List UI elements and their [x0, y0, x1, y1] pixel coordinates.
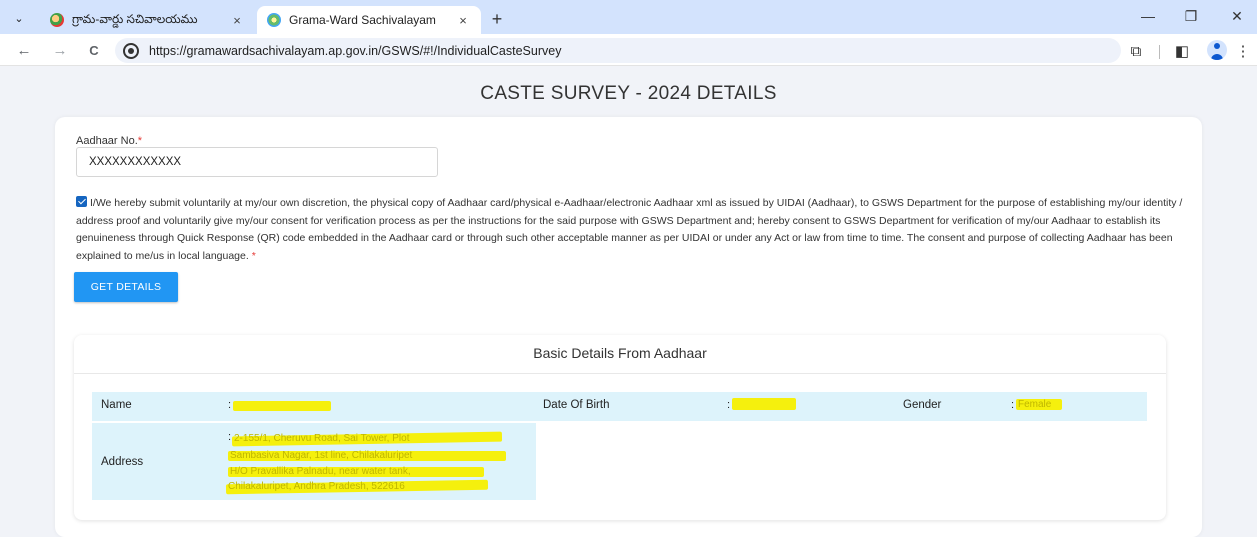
address-colon: : [228, 431, 232, 443]
site-favicon-icon [267, 13, 281, 27]
address-line-3: H/O Pravallika Palnadu, near water tank, [230, 466, 411, 477]
site-favicon-icon [50, 13, 64, 27]
profile-icon[interactable] [1207, 40, 1227, 60]
required-mark: * [251, 249, 256, 262]
basic-details-divider [74, 373, 1166, 374]
address-line-4: Chilakaluripet, Andhra Pradesh, 522616 [228, 481, 405, 492]
get-details-button[interactable]: GET DETAILS [74, 272, 178, 302]
window-restore-icon[interactable]: ❐ [1176, 8, 1206, 25]
dob-label: Date Of Birth [543, 399, 610, 411]
consent-checkbox[interactable] [76, 196, 87, 207]
toolbar-separator [1159, 45, 1160, 59]
window-minimize-icon[interactable]: — [1133, 8, 1163, 24]
dob-value-redaction [732, 398, 796, 410]
extensions-icon[interactable]: ⧉ [1125, 40, 1147, 62]
address-bar-url[interactable]: https://gramawardsachivalayam.ap.gov.in/… [149, 44, 561, 58]
dob-colon: : [727, 399, 731, 411]
address-label: Address [101, 456, 144, 468]
sidepanel-icon[interactable]: ◧ [1171, 40, 1193, 62]
aadhaar-field-label: Aadhaar No.* [76, 135, 142, 147]
kebab-menu-icon[interactable]: ⋮ [1232, 40, 1254, 62]
profile-head-shape [1214, 43, 1220, 49]
browser-tab-grama-ward[interactable]: Grama-Ward Sachivalayam × [257, 6, 481, 34]
reload-icon[interactable]: C [84, 40, 104, 60]
tab-title: గ్రామ-వార్డు సచివాలయము [72, 11, 198, 26]
name-label: Name [101, 399, 132, 411]
tab-search-chevron-icon[interactable]: ⌄ [8, 7, 30, 29]
browser-toolbar: ← → C https://gramawardsachivalayam.ap.g… [0, 34, 1257, 66]
aadhaar-consent: I/We hereby submit voluntarily at my/our… [76, 195, 1186, 265]
consent-text: I/We hereby submit voluntarily at my/our… [76, 197, 1183, 262]
page-title: CASTE SURVEY - 2024 DETAILS [480, 83, 777, 104]
window-close-icon[interactable]: ✕ [1222, 8, 1252, 25]
tab-title: Grama-Ward Sachivalayam [289, 13, 436, 27]
browser-tab-bar: ⌄ గ్రామ-వార్డు సచివాలయము × Grama-Ward Sa… [0, 0, 1257, 34]
forward-arrow-icon[interactable]: → [50, 40, 70, 60]
gender-label: Gender [903, 399, 942, 411]
gender-value: Female [1018, 399, 1052, 410]
name-value-redaction [233, 401, 331, 411]
basic-details-title: Basic Details From Aadhaar [533, 345, 707, 361]
browser-tab-telugu[interactable]: గ్రామ-వార్డు సచివాలయము × [40, 6, 255, 34]
address-line-1: 2-155/1, Cheruvu Road, Sai Tower, Plot [234, 433, 410, 444]
gender-colon: : [1011, 399, 1015, 411]
aadhaar-label-text: Aadhaar No. [76, 135, 138, 147]
back-arrow-icon[interactable]: ← [14, 40, 34, 60]
new-tab-plus-icon[interactable]: + [486, 8, 508, 30]
name-colon: : [228, 399, 232, 411]
address-line-2: Sambasiva Nagar, 1st line, Chilakaluripe… [230, 450, 413, 461]
address-bar[interactable]: https://gramawardsachivalayam.ap.gov.in/… [115, 38, 1121, 63]
tab-close-icon[interactable]: × [455, 13, 471, 28]
required-mark: * [137, 135, 143, 147]
profile-body-shape [1211, 54, 1223, 60]
site-info-icon[interactable] [123, 42, 139, 59]
aadhaar-number-input[interactable] [76, 147, 438, 177]
tab-close-icon[interactable]: × [229, 13, 245, 28]
